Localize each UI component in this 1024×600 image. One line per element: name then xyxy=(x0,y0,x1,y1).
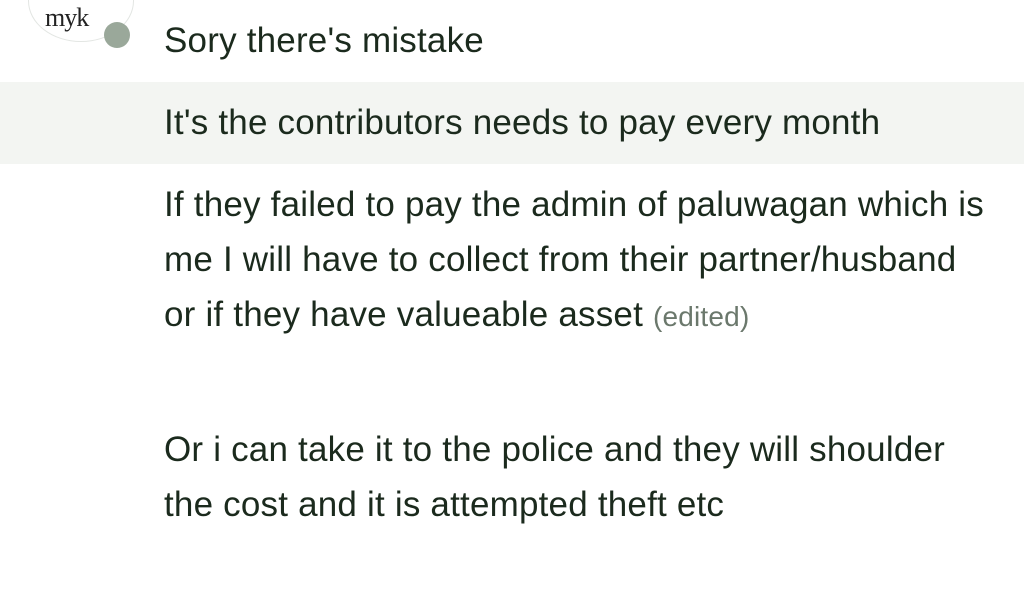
message-thread: myk Sory there's mistake It's the contri… xyxy=(0,0,1024,600)
message-text: Or i can take it to the police and they … xyxy=(164,430,946,524)
edited-label: (edited) xyxy=(652,301,750,332)
message-text: If they failed to pay the admin of paluw… xyxy=(164,185,984,334)
message-row[interactable]: Sory there's mistake xyxy=(0,13,1024,68)
message-row[interactable]: Or i can take it to the police and they … xyxy=(0,422,1024,532)
message-row-hovered[interactable]: It's the contributors needs to pay every… xyxy=(0,82,1024,164)
message-row[interactable]: If they failed to pay the admin of paluw… xyxy=(0,177,1024,344)
message-text: Sory there's mistake xyxy=(164,21,484,60)
message-text: It's the contributors needs to pay every… xyxy=(164,103,881,142)
